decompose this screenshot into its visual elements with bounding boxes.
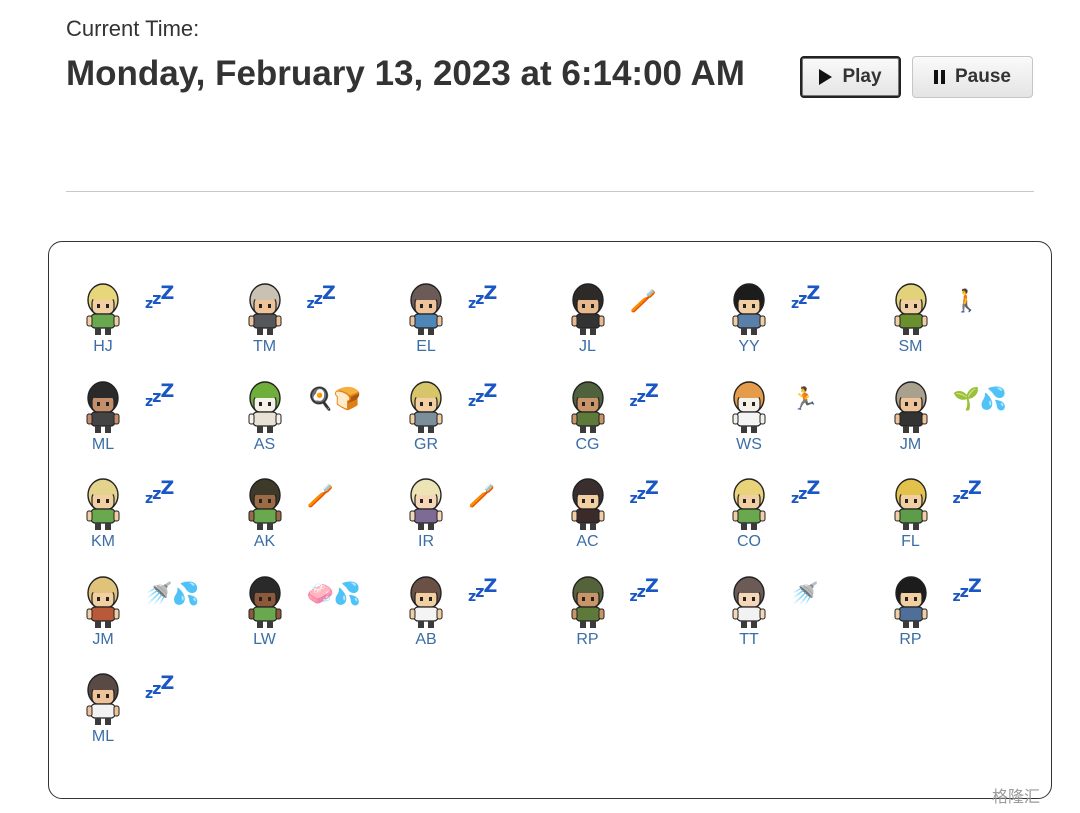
persona-cell: AS 🍳🍞 [221,340,382,453]
persona-status-emoji: 🪥 [468,483,496,508]
persona-status-emoji: zzZ [468,574,497,605]
persona-avatar[interactable]: AS [235,378,295,453]
persona-status-emoji: zzZ [306,282,336,312]
persona-cell: TM zzZ [221,242,382,355]
persona-status-emoji: 🪥 [306,483,334,508]
current-time-value: Monday, February 13, 2023 at 6:14:00 AM [66,54,745,93]
divider [66,191,1034,192]
play-icon [819,69,833,85]
persona-cell: TT 🚿 [705,535,866,648]
persona-cell: JL 🪥 [544,242,705,355]
persona-status-emoji: 🏃 [791,385,819,411]
persona-cell: ML zzZ [59,340,220,453]
persona-cell: RP zzZ [867,535,1028,648]
persona-avatar[interactable]: LW [235,573,295,648]
persona-cell: AC zzZ [544,437,705,550]
persona-avatar[interactable]: KM [73,475,133,550]
persona-cell: YY zzZ [705,242,866,355]
persona-status-emoji: zzZ [629,477,659,507]
current-time-label: Current Time: [66,16,200,41]
persona-status-emoji: zzZ [468,282,497,312]
persona-avatar[interactable]: ML [73,378,133,453]
persona-cell: KM zzZ [59,437,220,550]
persona-initials: TT [739,630,759,648]
persona-avatar[interactable]: JM [881,378,941,453]
persona-avatar[interactable]: HJ [73,280,133,355]
persona-avatar[interactable]: CO [719,475,779,550]
persona-status-emoji: zzZ [952,574,982,605]
persona-status-emoji: 🌱💦 [952,385,1008,411]
persona-initials: LW [253,630,276,648]
persona-cell: RP zzZ [544,535,705,648]
persona-status-emoji: zzZ [145,477,174,507]
persona-status-emoji: zzZ [629,379,659,410]
persona-avatar[interactable]: JL [558,280,618,355]
persona-status-emoji: 🪥 [629,288,657,313]
persona-avatar[interactable]: AB [396,573,456,648]
persona-avatar[interactable]: CG [558,378,618,453]
persona-cell: JM 🌱💦 [867,340,1028,453]
persona-status-emoji: zzZ [791,282,820,312]
persona-cell: AB zzZ [382,535,543,648]
persona-initials: RP [576,630,599,648]
persona-status-emoji: 🚶 [952,288,980,313]
persona-avatar[interactable]: RP [558,573,618,648]
persona-cell: JM 🚿💦 [59,535,220,648]
watermark: 格隆汇 [992,789,1041,806]
persona-avatar[interactable]: AC [558,475,618,550]
persona-avatar[interactable]: FL [881,475,941,550]
persona-grid: HJ zzZ TM zzZ EL zzZ JL 🪥 YY zzZ SM 🚶 ML… [48,241,1052,799]
persona-initials: ML [91,728,115,745]
persona-cell: GR zzZ [382,340,543,453]
persona-status-emoji: 🧼💦 [306,580,362,606]
persona-initials: AB [415,630,437,648]
persona-status-emoji: zzZ [145,282,174,312]
persona-status-emoji: zzZ [791,477,820,507]
play-button[interactable]: Play [800,56,901,98]
persona-cell: HJ zzZ [59,242,220,355]
pause-icon [934,70,945,84]
persona-status-emoji: zzZ [145,379,174,410]
persona-avatar[interactable]: RP [881,573,941,648]
persona-avatar[interactable]: YY [719,280,779,355]
persona-avatar[interactable]: GR [396,378,456,453]
persona-avatar[interactable]: TM [235,280,295,355]
persona-status-emoji: 🚿💦 [145,580,200,606]
persona-cell: CG zzZ [544,340,705,453]
pause-button-label: Pause [955,66,1011,87]
persona-status-emoji: 🍳🍞 [306,385,362,411]
persona-avatar[interactable]: ML [73,670,133,745]
persona-avatar[interactable]: SM [881,280,941,355]
persona-avatar[interactable]: AK [235,475,295,550]
persona-cell: CO zzZ [705,437,866,550]
persona-avatar[interactable]: WS [719,378,779,453]
persona-avatar[interactable]: TT [719,573,779,648]
persona-avatar[interactable]: IR [396,475,456,550]
persona-status-emoji: zzZ [468,379,497,410]
persona-avatar[interactable]: JM [73,573,133,648]
persona-cell: AK 🪥 [221,437,382,550]
persona-cell: LW 🧼💦 [221,535,382,648]
persona-cell: IR 🪥 [382,437,543,550]
persona-cell: ML zzZ [59,632,220,745]
persona-status-emoji: zzZ [952,477,982,507]
persona-cell: EL zzZ [382,242,543,355]
persona-cell: WS 🏃 [705,340,866,453]
persona-status-emoji: zzZ [629,574,659,605]
persona-cell: SM 🚶 [867,242,1028,355]
persona-initials: RP [899,630,922,648]
persona-avatar[interactable]: EL [396,280,456,355]
persona-cell: FL zzZ [867,437,1028,550]
persona-status-emoji: zzZ [145,672,174,702]
pause-button[interactable]: Pause [912,56,1033,98]
persona-status-emoji: 🚿 [791,580,819,606]
play-button-label: Play [842,66,882,87]
